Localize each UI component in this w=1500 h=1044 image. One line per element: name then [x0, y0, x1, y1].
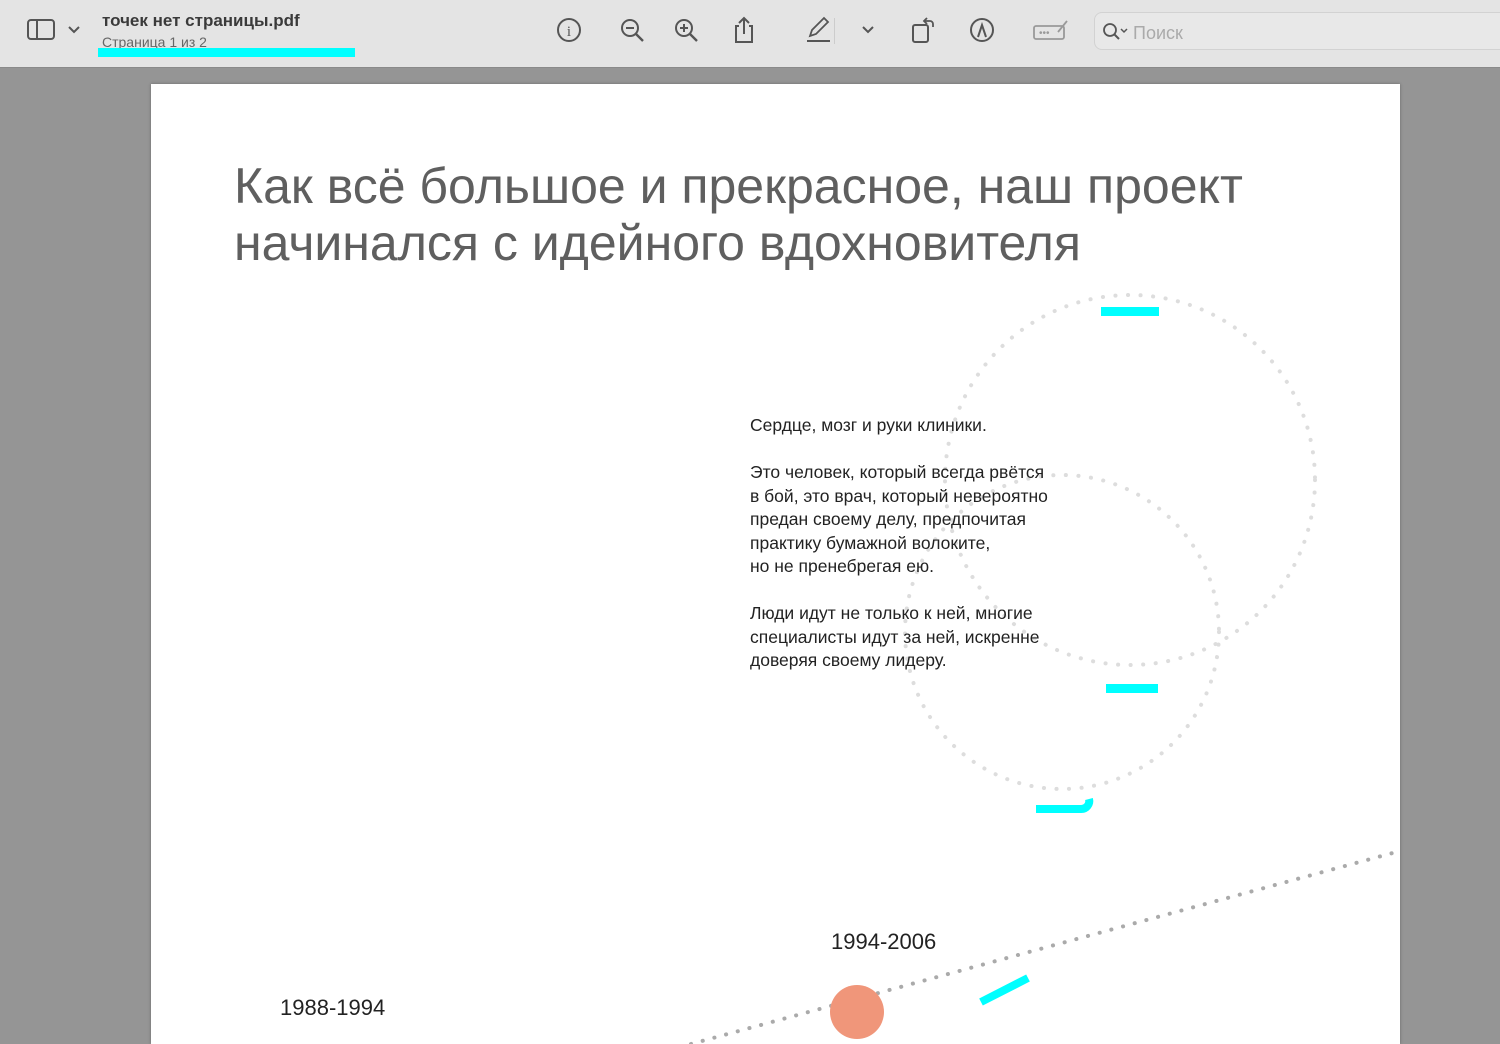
paragraph: Люди идут не только к ней, многие специа…	[750, 603, 1040, 670]
divider	[834, 18, 835, 44]
form-fill-icon[interactable]: •••	[1032, 16, 1070, 44]
year-label: 1988-1994	[280, 995, 386, 1020]
accent-dash	[1036, 798, 1094, 813]
toolbar: точек нет страницы.pdf Страница 1 из 2 i…	[0, 0, 1500, 68]
search-field[interactable]: Поиск	[1094, 12, 1500, 50]
highlight-mark	[98, 48, 355, 57]
dotted-timeline	[689, 849, 1400, 1044]
body-text: Сердце, мозг и руки клиники. Это человек…	[750, 414, 1110, 696]
zoom-out-icon[interactable]	[618, 16, 646, 44]
sidebar-toggle-icon[interactable]	[27, 16, 55, 44]
info-icon[interactable]: i	[555, 16, 583, 44]
paragraph: Сердце, мозг и руки клиники.	[750, 415, 987, 435]
search-icon	[1101, 21, 1129, 48]
chevron-down-icon[interactable]	[60, 16, 88, 44]
svg-text:•••: •••	[1039, 28, 1050, 39]
accent-dash	[1101, 307, 1159, 316]
highlight-pen-icon[interactable]	[804, 16, 832, 44]
accent-dash	[1106, 684, 1158, 693]
timeline-dot	[830, 985, 884, 1039]
search-placeholder: Поиск	[1133, 23, 1183, 43]
share-icon[interactable]	[730, 16, 758, 44]
year-label: 1994-2006	[831, 929, 937, 954]
chevron-down-icon[interactable]	[854, 16, 882, 44]
pdf-page: Как всё большое и прекрасное, наш проект…	[151, 84, 1400, 1044]
zoom-in-icon[interactable]	[672, 16, 700, 44]
svg-text:i: i	[567, 24, 571, 40]
accent-dash	[979, 974, 1030, 1006]
rotate-icon[interactable]	[910, 16, 938, 44]
page-heading: Как всё большое и прекрасное, наш проект…	[234, 158, 1243, 271]
markup-icon[interactable]	[968, 16, 996, 44]
document-title: точек нет страницы.pdf	[102, 11, 300, 30]
paragraph: Это человек, который всегда рвётся в бой…	[750, 462, 1048, 576]
